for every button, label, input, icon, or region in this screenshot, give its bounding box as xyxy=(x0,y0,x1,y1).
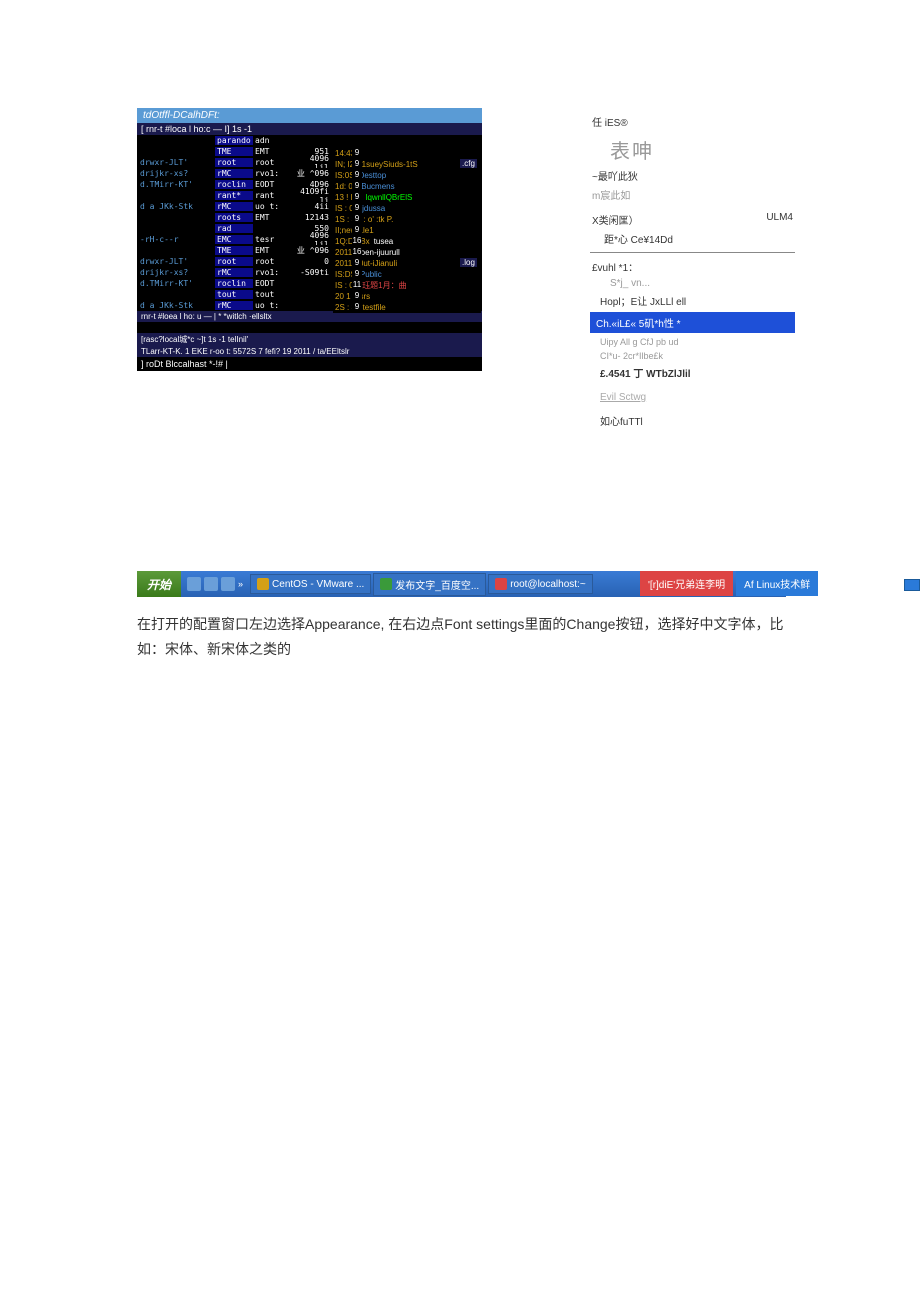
link-count: 9 xyxy=(352,269,362,280)
ql-icon[interactable] xyxy=(187,577,201,591)
extra-tab[interactable]: Af Linux技术鲜 xyxy=(736,571,818,596)
window-title-bar[interactable]: tdOtffl-DCalhDFt: xyxy=(137,108,482,123)
taskbar-button[interactable]: CentOS - VMware ... xyxy=(250,574,371,594)
link-count: 16 xyxy=(352,236,362,247)
start-button[interactable]: 开始 xyxy=(137,571,181,597)
link-count: 11 xyxy=(352,280,362,291)
cfg-badge: .cfg xyxy=(460,159,477,168)
sidebar-heading: 任 iES® xyxy=(590,112,795,131)
sidebar-item[interactable]: S*j_ vn... xyxy=(590,276,795,291)
taskbar-button[interactable]: root@localhost:~ xyxy=(488,574,592,594)
log-badge: .log xyxy=(460,258,477,267)
terminal-line: TLarr-KT-K. 1 EKE r-oo t: 5572S 7 fefi? … xyxy=(137,346,482,357)
app-icon xyxy=(257,578,269,590)
link-count: 9 xyxy=(352,148,362,159)
sidebar-title: 表呻 xyxy=(590,131,795,166)
sidebar-item[interactable]: Evil Sctwg xyxy=(590,390,795,405)
link-count: 9 xyxy=(352,258,362,269)
terminal-line: [rasc?local城*c ~]t 1s -1 telInil' xyxy=(137,333,482,346)
link-count: 9 xyxy=(352,170,362,181)
sidebar-item[interactable]: CI*u- 2cr*Ilbe£k xyxy=(590,349,795,363)
link-count: 9 xyxy=(352,181,362,192)
link-count: 9 xyxy=(352,225,362,236)
link-count: 9 xyxy=(352,203,362,214)
sidebar-item[interactable]: £.4541 丁 WTbZlJlil xyxy=(590,363,795,382)
sidebar-item[interactable]: X类闲匩）ULM4 xyxy=(590,210,795,229)
ql-icon[interactable] xyxy=(204,577,218,591)
link-count: 9 xyxy=(352,291,362,302)
app-icon xyxy=(495,578,507,590)
terminal-prompt[interactable]: ] roDt Blccalhast *-!# | xyxy=(137,357,482,371)
sidebar-section: £vuhl *1： xyxy=(590,257,795,276)
sidebar-item-selected[interactable]: Ch.«iL£« 5矶*h性 * xyxy=(590,312,795,333)
col-header: adn xyxy=(253,136,291,145)
taskbar-button[interactable]: 发布文字_百度空... xyxy=(373,573,486,596)
extra-tab[interactable]: '[r]diE'兄弟连李明 xyxy=(640,571,733,596)
extra-tabs: '[r]diE'兄弟连李明 Af Linux技术鲜 xyxy=(640,571,818,596)
instruction-text: 在打开的配置窗口左边选择Appearance, 在右边点Font setting… xyxy=(137,612,787,662)
link-count: 16 xyxy=(352,247,362,258)
sidebar-item[interactable]: 如心fuTTl xyxy=(590,411,795,430)
link-count: 9 xyxy=(352,302,362,313)
tray-icon[interactable] xyxy=(904,579,920,591)
command-line: [ rnr-t #loca l ho:c — I] 1s -1 xyxy=(137,123,482,135)
sidebar-item[interactable]: 距*心 Ce¥14Dd xyxy=(590,229,795,248)
number-column: 999999991616991199 xyxy=(352,148,362,313)
sidebar-item[interactable]: Hopl；E让 JxLLl ell xyxy=(590,291,795,310)
col-header: parando xyxy=(215,136,253,145)
sidebar-item[interactable]: m宸此如 xyxy=(590,185,795,204)
link-count: 9 xyxy=(352,159,362,170)
quick-launch[interactable]: » xyxy=(181,577,249,591)
link-count: 9 xyxy=(352,214,362,225)
sidebar-item[interactable]: Uipy All g CfJ pb ud xyxy=(590,335,795,349)
link-count: 9 xyxy=(352,192,362,203)
app-icon xyxy=(380,578,392,590)
settings-sidebar: 任 iES® 表呻 ~最吖此狄 m宸此如 X类闲匩）ULM4 距*心 Ce¥14… xyxy=(590,112,795,430)
sidebar-item[interactable]: ~最吖此狄 xyxy=(590,166,795,185)
ql-icon[interactable] xyxy=(221,577,235,591)
